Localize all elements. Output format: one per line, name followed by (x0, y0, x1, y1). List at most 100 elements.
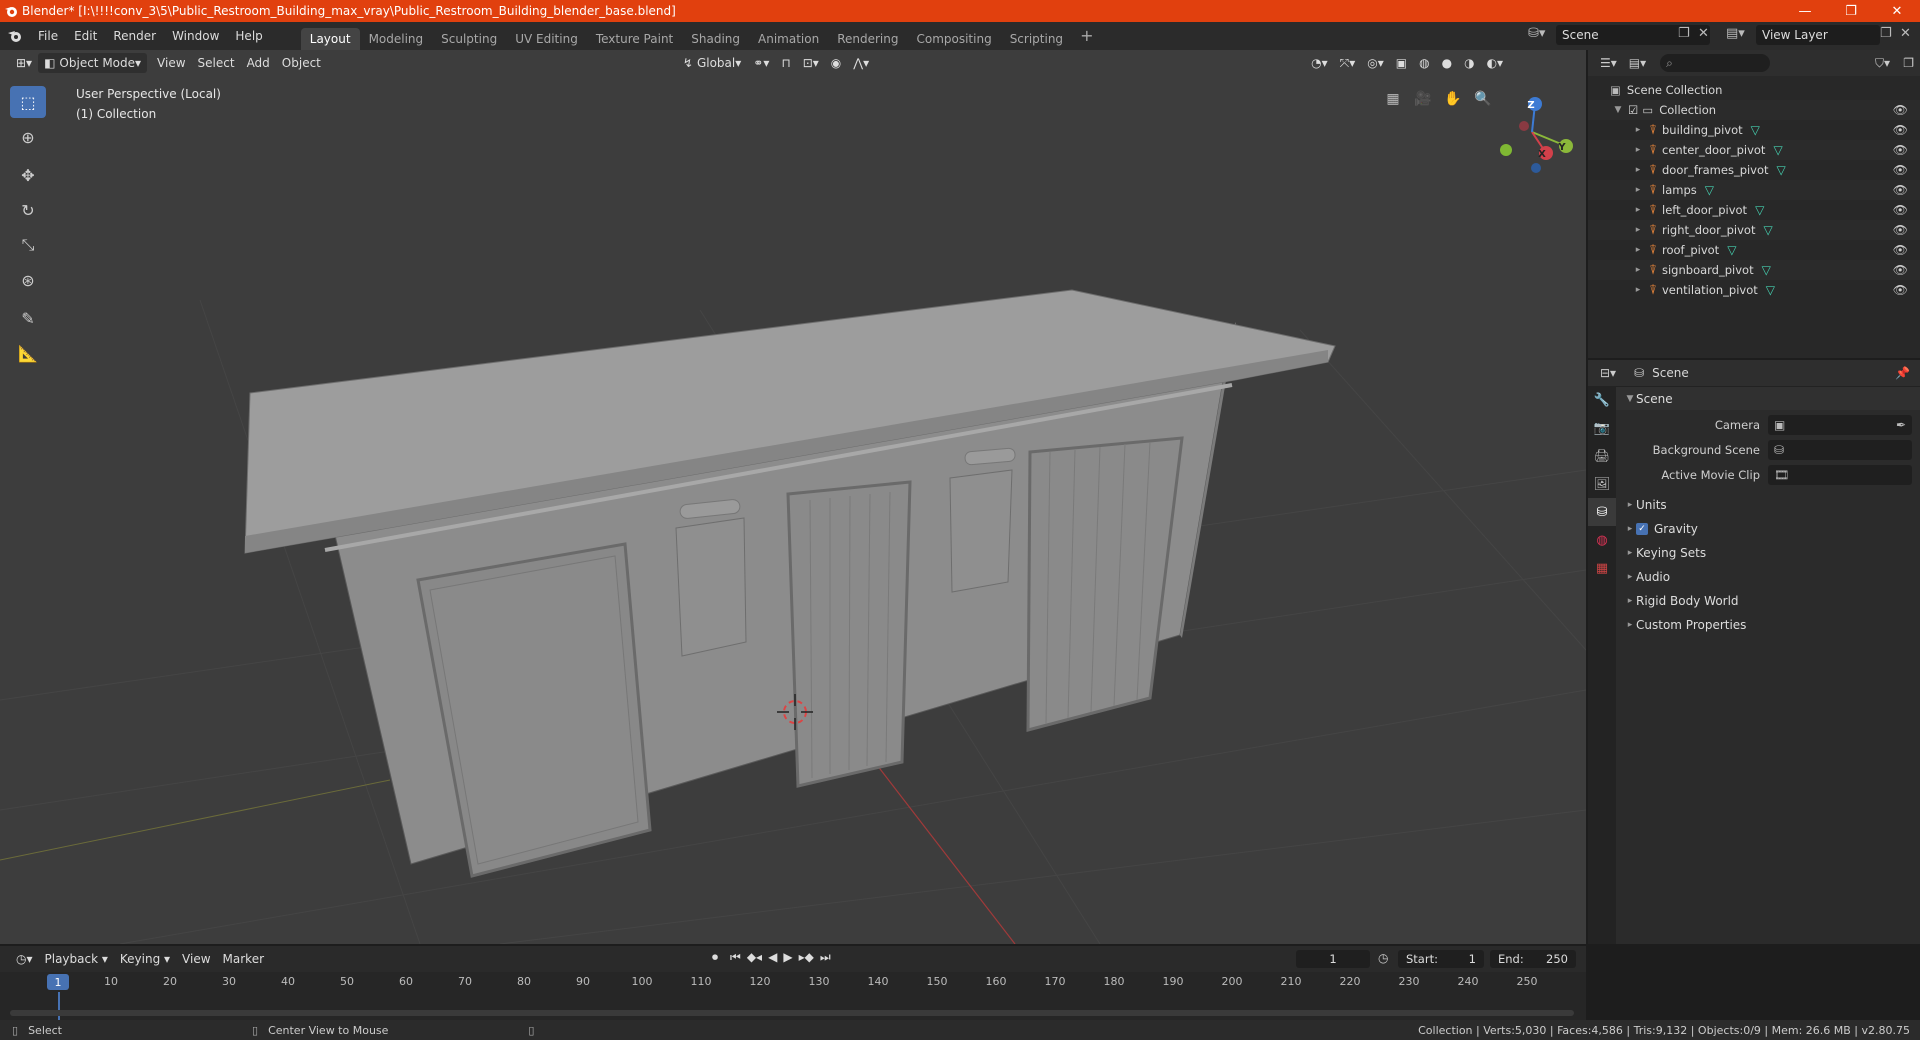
3d-viewport[interactable]: Y X Z ⊞▾ ◧ Object Mode ▾ View Select Add… (0, 50, 1586, 944)
menu-help[interactable]: Help (227, 22, 270, 50)
blender-menu-icon[interactable] (0, 22, 30, 50)
rigid-body-world-section[interactable]: ▸ Rigid Body World (1616, 589, 1920, 613)
pivot-point-icon[interactable]: ⚭▾ (747, 53, 775, 73)
eye-icon[interactable]: 👁 (1893, 283, 1908, 297)
eyedropper-icon[interactable]: ✒ (1896, 418, 1906, 432)
outliner-item-center-door-pivot[interactable]: ▸ ⍒ center_door_pivot ▽ 👁 (1588, 140, 1920, 160)
custom-properties-section[interactable]: ▸ Custom Properties (1616, 613, 1920, 637)
expand-icon[interactable]: ▸ (1632, 245, 1644, 255)
outliner-item-signboard-pivot[interactable]: ▸ ⍒ signboard_pivot ▽ 👁 (1588, 260, 1920, 280)
tab-uv-editing[interactable]: UV Editing (506, 28, 587, 50)
view-layer-field[interactable]: View Layer (1756, 25, 1880, 45)
outliner-search-input[interactable]: ⌕ (1660, 54, 1771, 72)
eye-icon[interactable]: 👁 (1893, 103, 1908, 117)
menu-object[interactable]: Object (276, 53, 327, 73)
menu-timeline-view[interactable]: View (176, 949, 216, 969)
rotate-tool-icon[interactable]: ↻ (10, 194, 46, 226)
menu-window[interactable]: Window (164, 22, 227, 50)
active-movie-clip-field[interactable]: 🎞 (1768, 464, 1912, 485)
menu-select[interactable]: Select (192, 53, 241, 73)
view-layer-tab-icon[interactable]: 🖼 (1588, 470, 1616, 498)
timeline-ruler[interactable]: 1 10 20 30 40 50 60 70 80 90 100 110 120… (0, 972, 1586, 992)
eye-icon[interactable]: 👁 (1893, 163, 1908, 177)
menu-view[interactable]: View (151, 53, 191, 73)
expand-icon[interactable]: ▸ (1632, 285, 1644, 295)
play-reverse-icon[interactable]: ◀ (768, 950, 777, 965)
solid-shading-icon[interactable]: ● (1436, 53, 1458, 73)
overlays-icon[interactable]: ◎▾ (1361, 53, 1390, 73)
snap-target-icon[interactable]: ⊡▾ (797, 53, 825, 73)
measure-tool-icon[interactable]: 📐 (10, 337, 46, 369)
new-collection-icon[interactable]: ❐ (1903, 56, 1914, 70)
outliner-item-right-door-pivot[interactable]: ▸ ⍒ right_door_pivot ▽ 👁 (1588, 220, 1920, 240)
menu-file[interactable]: File (30, 22, 66, 50)
outliner-item-roof-pivot[interactable]: ▸ ⍒ roof_pivot ▽ 👁 (1588, 240, 1920, 260)
add-workspace-icon[interactable]: + (1072, 22, 1101, 50)
scale-tool-icon[interactable]: ⤡ (10, 229, 46, 261)
outliner-editor-type-icon[interactable]: ☰▾ (1600, 56, 1617, 70)
outliner-item-ventilation-pivot[interactable]: ▸ ⍒ ventilation_pivot ▽ 👁 (1588, 280, 1920, 300)
delete-view-layer-icon[interactable]: ✕ (1900, 26, 1911, 41)
outliner-item-building-pivot[interactable]: ▸ ⍒ building_pivot ▽ 👁 (1588, 120, 1920, 140)
wireframe-shading-icon[interactable]: ◍ (1413, 53, 1435, 73)
display-mode-icon[interactable]: ▤▾ (1629, 56, 1646, 70)
menu-keying[interactable]: Keying ▾ (114, 949, 176, 969)
outliner-item-left-door-pivot[interactable]: ▸ ⍒ left_door_pivot ▽ 👁 (1588, 200, 1920, 220)
minimize-button[interactable]: — (1782, 0, 1828, 22)
world-tab-icon[interactable]: ◍ (1588, 526, 1616, 554)
gravity-section[interactable]: ▸ ✓ Gravity (1616, 517, 1920, 541)
tab-compositing[interactable]: Compositing (907, 28, 1000, 50)
collection-row[interactable]: ▼ ☑ ▭ Collection 👁 (1588, 100, 1920, 120)
checkbox-icon[interactable]: ☑ (1628, 103, 1638, 117)
tab-sculpting[interactable]: Sculpting (432, 28, 506, 50)
menu-add[interactable]: Add (241, 53, 276, 73)
scene-collection-row[interactable]: ▣ Scene Collection (1588, 80, 1920, 100)
move-tool-icon[interactable]: ✥ (10, 159, 46, 191)
mode-selector[interactable]: ◧ Object Mode ▾ (38, 53, 148, 73)
snap-icon[interactable]: ⊓ (775, 53, 796, 73)
menu-edit[interactable]: Edit (66, 22, 105, 50)
end-frame-field[interactable]: End: 250 (1490, 950, 1576, 968)
timeline-editor-type-icon[interactable]: ◷▾ (10, 949, 39, 969)
eye-icon[interactable]: 👁 (1893, 223, 1908, 237)
jump-start-icon[interactable]: ⏮ (730, 950, 741, 965)
keying-sets-section[interactable]: ▸ Keying Sets (1616, 541, 1920, 565)
zoom-view-icon[interactable]: 🔍 (1470, 86, 1496, 112)
units-section[interactable]: ▸ Units (1616, 493, 1920, 517)
scene-section-header[interactable]: ▼ Scene (1616, 386, 1920, 410)
next-keyframe-icon[interactable]: ▸◆ (799, 950, 814, 965)
eye-icon[interactable]: 👁 (1893, 263, 1908, 277)
texture-tab-icon[interactable]: ▦ (1588, 554, 1616, 582)
proportional-editing-icon[interactable]: ◉ (825, 53, 847, 73)
jump-end-icon[interactable]: ⏭ (820, 950, 831, 965)
camera-field[interactable]: ▣ ✒ (1768, 414, 1912, 435)
cursor-tool-icon[interactable]: ⊕ (10, 121, 46, 153)
eye-icon[interactable]: 👁 (1893, 203, 1908, 217)
gravity-checkbox[interactable]: ✓ (1636, 523, 1648, 535)
timeline-scrollbar[interactable] (10, 1010, 1574, 1016)
output-tab-icon[interactable]: 🖨 (1588, 442, 1616, 470)
start-frame-field[interactable]: Start: 1 (1398, 950, 1484, 968)
preview-range-icon[interactable]: ◷ (1378, 951, 1388, 965)
eye-icon[interactable]: 👁 (1893, 243, 1908, 257)
expand-icon[interactable]: ▸ (1632, 145, 1644, 155)
new-scene-icon[interactable]: ❐ (1678, 26, 1690, 41)
rendered-shading-icon[interactable]: ◐▾ (1481, 53, 1510, 73)
eye-icon[interactable]: 👁 (1893, 183, 1908, 197)
tab-animation[interactable]: Animation (749, 28, 828, 50)
expand-icon[interactable]: ▼ (1612, 105, 1624, 115)
expand-icon[interactable]: ▸ (1632, 225, 1644, 235)
menu-render[interactable]: Render (105, 22, 164, 50)
eye-icon[interactable]: 👁 (1893, 143, 1908, 157)
maximize-button[interactable]: ❐ (1828, 0, 1874, 22)
visibility-icon[interactable]: ◔▾ (1305, 53, 1334, 73)
proportional-falloff-icon[interactable]: ⋀▾ (847, 53, 875, 73)
tab-scripting[interactable]: Scripting (1001, 28, 1072, 50)
outliner-item-lamps[interactable]: ▸ ⍒ lamps ▽ 👁 (1588, 180, 1920, 200)
properties-editor-type-icon[interactable]: ⊟▾ (1600, 366, 1616, 380)
tool-tab-icon[interactable]: 🔧 (1588, 386, 1616, 414)
expand-icon[interactable]: ▸ (1632, 185, 1644, 195)
background-scene-field[interactable]: ⛁ (1768, 439, 1912, 460)
pin-icon[interactable]: 📌 (1895, 366, 1910, 380)
scene-selector-icon[interactable]: ⛁▾ (1528, 26, 1545, 41)
